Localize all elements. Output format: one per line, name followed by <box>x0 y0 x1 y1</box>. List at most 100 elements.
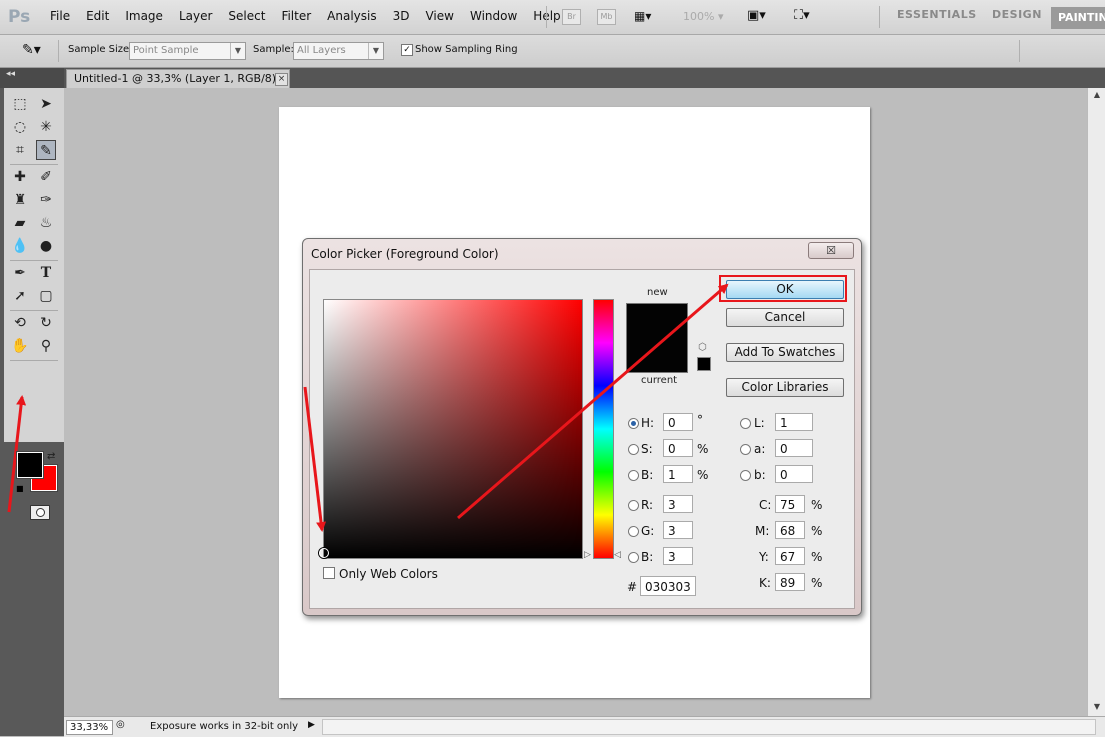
only-web-colors-label: Only Web Colors <box>339 567 438 581</box>
lasso-tool-icon[interactable]: ◌ <box>10 117 30 137</box>
add-to-swatches-button[interactable]: Add To Swatches <box>726 343 844 362</box>
menu-file[interactable]: File <box>50 9 70 23</box>
black-input[interactable]: 89 <box>775 573 805 591</box>
eyedropper-tool-icon[interactable]: ✎ <box>36 140 56 160</box>
zoom-level-dropdown[interactable]: 100% ▾ <box>683 10 723 23</box>
document-tab-title: Untitled-1 @ 33,3% (Layer 1, RGB/8) * <box>74 72 286 85</box>
color-field-cursor[interactable] <box>319 548 329 558</box>
collapse-panel-icon[interactable]: ◂◂ <box>0 68 64 88</box>
path-selection-icon[interactable]: ➚ <box>10 286 30 306</box>
brightness-radio[interactable] <box>628 470 639 481</box>
paint-bucket-icon[interactable]: ♨ <box>36 213 56 233</box>
menu-layer[interactable]: Layer <box>179 9 212 23</box>
green-input[interactable]: 3 <box>663 521 693 539</box>
minibridge-button[interactable]: Mb <box>597 9 616 25</box>
blur-tool-icon[interactable]: 💧 <box>10 236 30 256</box>
saturation-radio[interactable] <box>628 444 639 455</box>
cancel-button[interactable]: Cancel <box>726 308 844 327</box>
print-gamut-cube-icon[interactable]: ⬡ <box>698 342 707 353</box>
magic-wand-icon[interactable]: ✳ <box>36 117 56 137</box>
hue-slider-left-arrow-icon[interactable]: ▷ <box>584 550 591 560</box>
status-zoom-field[interactable]: 33,33% <box>66 720 113 735</box>
lab-a-radio[interactable] <box>740 444 751 455</box>
pen-tool-icon[interactable]: ✒ <box>10 263 30 283</box>
scroll-up-icon[interactable]: ▲ <box>1088 88 1105 102</box>
zoom-tool-icon[interactable]: ⚲ <box>36 336 56 356</box>
quick-mask-icon[interactable] <box>30 505 50 520</box>
close-icon[interactable]: ☒ <box>808 242 854 259</box>
vertical-scrollbar[interactable]: ▲ ▼ <box>1087 88 1105 716</box>
eraser-tool-icon[interactable]: ▰ <box>10 213 30 233</box>
magenta-input[interactable]: 68 <box>775 521 805 539</box>
magenta-label: M: <box>755 524 770 538</box>
default-colors-icon[interactable]: ■ <box>16 484 24 493</box>
scroll-down-icon[interactable]: ▼ <box>1088 700 1105 714</box>
3d-rotate-icon[interactable]: ⟲ <box>10 313 30 333</box>
spot-healing-icon[interactable]: ✚ <box>10 167 30 187</box>
hue-slider[interactable] <box>593 299 614 559</box>
status-menu-arrow-icon[interactable]: ▶ <box>308 720 319 732</box>
show-sampling-ring-checkbox[interactable]: ✓ <box>401 44 413 56</box>
menu-view[interactable]: View <box>425 9 453 23</box>
hue-slider-right-arrow-icon[interactable]: ◁ <box>614 550 621 560</box>
hue-radio[interactable] <box>628 418 639 429</box>
brightness-input[interactable]: 1 <box>663 465 693 483</box>
workspace-painting[interactable]: PAINTING <box>1051 7 1105 29</box>
clone-stamp-icon[interactable]: ♜ <box>10 190 30 210</box>
horizontal-scrollbar[interactable] <box>322 719 1096 735</box>
shape-tool-icon[interactable]: ▢ <box>36 286 56 306</box>
eyedropper-preset-icon[interactable]: ✎▾ <box>22 42 41 58</box>
options-separator <box>1019 40 1020 62</box>
type-tool-icon[interactable]: T <box>36 263 56 283</box>
menu-image[interactable]: Image <box>125 9 163 23</box>
lab-a-input[interactable]: 0 <box>775 439 813 457</box>
lab-l-radio[interactable] <box>740 418 751 429</box>
menu-edit[interactable]: Edit <box>86 9 109 23</box>
workspace-essentials[interactable]: ESSENTIALS <box>897 8 977 21</box>
foreground-color-swatch[interactable] <box>16 451 44 479</box>
sample-size-select[interactable]: Point Sample ▼ <box>129 42 246 60</box>
marquee-tool-icon[interactable]: ⬚ <box>10 94 30 114</box>
only-web-colors-checkbox[interactable] <box>323 567 335 579</box>
history-brush-icon[interactable]: ✑ <box>36 190 56 210</box>
lab-l-input[interactable]: 1 <box>775 413 813 431</box>
green-radio[interactable] <box>628 526 639 537</box>
bridge-button[interactable]: Br <box>562 9 581 25</box>
blue-input[interactable]: 3 <box>663 547 693 565</box>
websafe-color-swatch[interactable] <box>697 357 711 371</box>
red-radio[interactable] <box>628 500 639 511</box>
sample-size-value: Point Sample <box>133 45 199 56</box>
color-libraries-button[interactable]: Color Libraries <box>726 378 844 397</box>
blue-radio[interactable] <box>628 552 639 563</box>
screen-mode-icon[interactable]: ⛶▾ <box>794 8 810 23</box>
menu-analysis[interactable]: Analysis <box>327 9 376 23</box>
view-extras-icon[interactable]: ▦▾ <box>634 9 651 23</box>
3d-orbit-icon[interactable]: ↻ <box>36 313 56 333</box>
lab-b-radio[interactable] <box>740 470 751 481</box>
crop-tool-icon[interactable]: ⌗ <box>10 140 30 160</box>
hand-tool-icon[interactable]: ✋ <box>10 336 30 356</box>
red-input[interactable]: 3 <box>663 495 693 513</box>
menu-window[interactable]: Window <box>470 9 517 23</box>
sample-select[interactable]: All Layers ▼ <box>293 42 384 60</box>
color-field[interactable] <box>319 299 583 559</box>
swap-colors-icon[interactable]: ⇄ <box>47 451 55 462</box>
workspace-design[interactable]: DESIGN <box>992 8 1042 21</box>
menu-3d[interactable]: 3D <box>393 9 410 23</box>
hue-input[interactable]: 0 <box>663 413 693 431</box>
dodge-tool-icon[interactable]: ● <box>36 236 56 256</box>
move-tool-icon[interactable]: ➤ <box>36 94 56 114</box>
document-tab[interactable]: Untitled-1 @ 33,3% (Layer 1, RGB/8) * × <box>66 69 290 88</box>
close-icon[interactable]: × <box>275 73 288 86</box>
arrange-documents-icon[interactable]: ▣▾ <box>747 8 766 23</box>
saturation-input[interactable]: 0 <box>663 439 693 457</box>
menu-filter[interactable]: Filter <box>281 9 311 23</box>
lab-b-input[interactable]: 0 <box>775 465 813 483</box>
brush-tool-icon[interactable]: ✐ <box>36 167 56 187</box>
yellow-input[interactable]: 67 <box>775 547 805 565</box>
ok-button[interactable]: OK <box>726 280 844 299</box>
hex-input[interactable]: 030303 <box>640 576 696 596</box>
cyan-input[interactable]: 75 <box>775 495 805 513</box>
status-info-icon[interactable]: ◎ <box>116 719 125 730</box>
menu-select[interactable]: Select <box>228 9 265 23</box>
